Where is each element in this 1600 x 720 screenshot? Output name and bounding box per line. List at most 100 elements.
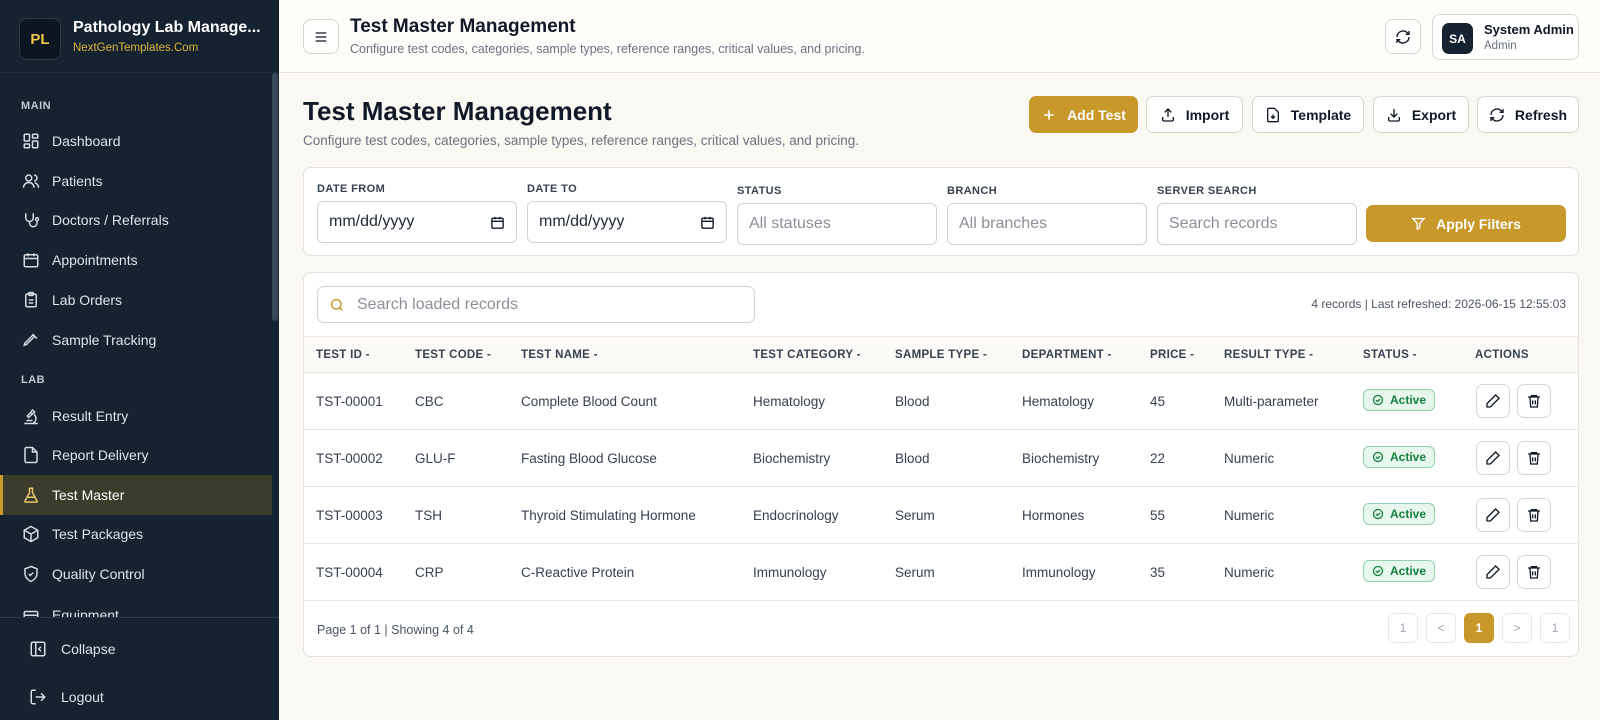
status-badge: Active xyxy=(1363,389,1436,411)
sidebar-item-test-packages[interactable]: Test Packages xyxy=(0,514,272,554)
search-loaded-input[interactable]: Search loaded records xyxy=(317,286,755,323)
pagination-last[interactable]: 1 xyxy=(1540,613,1570,643)
date-to-value: mm/dd/yyyy xyxy=(539,213,625,230)
sidebar-item-label: Result Entry xyxy=(52,408,129,424)
export-button[interactable]: Export xyxy=(1373,96,1469,133)
column-header-test-category[interactable]: TEST CATEGORY - xyxy=(753,349,861,361)
user-name: System Admin xyxy=(1484,22,1574,37)
edit-button[interactable] xyxy=(1476,555,1510,589)
apply-filters-button[interactable]: Apply Filters xyxy=(1366,205,1566,242)
branch-select[interactable]: All branches xyxy=(947,203,1147,245)
delete-button[interactable] xyxy=(1517,384,1551,418)
collapse-button[interactable]: Collapse xyxy=(0,631,279,667)
date-from-input[interactable]: mm/dd/yyyy xyxy=(317,201,517,243)
nav-section-lab: LAB xyxy=(21,374,46,386)
sidebar-item-lab-orders[interactable]: Lab Orders xyxy=(0,280,272,320)
cell-price: 35 xyxy=(1150,565,1166,580)
hamburger-icon xyxy=(315,31,327,42)
cell-test-category: Biochemistry xyxy=(753,451,831,466)
server-search-input[interactable]: Search records xyxy=(1157,203,1357,245)
pagination-current-page[interactable]: 1 xyxy=(1464,613,1494,643)
clipboard-icon xyxy=(25,291,37,308)
column-header-sample-type[interactable]: SAMPLE TYPE - xyxy=(895,349,987,361)
sidebar-scrollbar[interactable] xyxy=(272,73,278,321)
column-header-test-code[interactable]: TEST CODE - xyxy=(415,349,491,361)
status-select[interactable]: All statuses xyxy=(737,203,937,245)
column-label: RESULT TYPE xyxy=(1224,349,1306,361)
sidebar-item-patients[interactable]: Patients xyxy=(0,161,272,201)
dashboard-icon xyxy=(23,133,39,149)
trash-icon xyxy=(1528,566,1540,579)
flask-icon xyxy=(24,487,38,503)
status-label: Active xyxy=(1390,564,1427,578)
column-header-result-type[interactable]: RESULT TYPE - xyxy=(1224,349,1313,361)
delete-button[interactable] xyxy=(1517,441,1551,475)
add-test-button[interactable]: Add Test xyxy=(1029,96,1138,133)
brand[interactable]: PL Pathology Lab Manage... NextGenTempla… xyxy=(0,0,279,73)
cell-test-id: TST-00002 xyxy=(316,451,383,466)
topbar-subtitle: Configure test codes, categories, sample… xyxy=(350,42,865,56)
sidebar-item-label: Doctors / Referrals xyxy=(52,212,169,228)
sidebar-item-label: Sample Tracking xyxy=(52,332,157,348)
brand-logo: PL xyxy=(19,18,61,60)
sidebar-item-equipment[interactable]: Equipment xyxy=(0,593,272,617)
table-row[interactable]: TST-00004 CRP C-Reactive Protein Immunol… xyxy=(304,544,1578,601)
sidebar-item-result-entry[interactable]: Result Entry xyxy=(0,396,272,436)
collapse-label: Collapse xyxy=(61,641,116,657)
cell-test-category: Immunology xyxy=(753,565,827,580)
import-button[interactable]: Import xyxy=(1146,96,1243,133)
calendar-icon xyxy=(23,253,39,268)
sidebar-item-label: Appointments xyxy=(52,252,138,268)
sidebar-item-appointments[interactable]: Appointments xyxy=(0,240,272,280)
sidebar-item-test-master[interactable]: Test Master xyxy=(0,475,272,515)
column-header-department[interactable]: DEPARTMENT - xyxy=(1022,349,1112,361)
check-circle-icon xyxy=(1372,565,1384,577)
user-menu[interactable]: SA System Admin Admin xyxy=(1432,14,1579,60)
date-to-input[interactable]: mm/dd/yyyy xyxy=(527,201,727,243)
sidebar: PL Pathology Lab Manage... NextGenTempla… xyxy=(0,0,279,720)
sidebar-item-doctors[interactable]: Doctors / Referrals xyxy=(0,200,272,240)
refresh-button[interactable]: Refresh xyxy=(1477,96,1579,133)
pipette-icon xyxy=(23,333,38,347)
delete-button[interactable] xyxy=(1517,555,1551,589)
table-footer-info: Page 1 of 1 | Showing 4 of 4 xyxy=(317,623,474,637)
edit-button[interactable] xyxy=(1476,498,1510,532)
logout-icon xyxy=(30,689,46,705)
calendar-icon xyxy=(491,216,504,229)
delete-button[interactable] xyxy=(1517,498,1551,532)
table-row[interactable]: TST-00003 TSH Thyroid Stimulating Hormon… xyxy=(304,487,1578,544)
cell-test-category: Hematology xyxy=(753,394,826,409)
shield-icon xyxy=(24,565,38,583)
sidebar-item-sample-tracking[interactable]: Sample Tracking xyxy=(0,320,272,360)
edit-button[interactable] xyxy=(1476,384,1510,418)
pagination-prev[interactable]: < xyxy=(1426,613,1456,643)
status-badge: Active xyxy=(1363,503,1436,525)
menu-toggle-button[interactable] xyxy=(303,19,339,54)
column-header-test-name[interactable]: TEST NAME - xyxy=(521,349,598,361)
refresh-icon xyxy=(1490,107,1504,122)
cell-department: Immunology xyxy=(1022,565,1096,580)
column-header-status[interactable]: STATUS - xyxy=(1363,349,1417,361)
topbar-refresh-button[interactable] xyxy=(1385,19,1421,54)
trash-icon xyxy=(1528,452,1540,465)
column-header-price[interactable]: PRICE - xyxy=(1150,349,1194,361)
cell-result-type: Numeric xyxy=(1224,508,1275,523)
cell-test-id: TST-00004 xyxy=(316,565,383,580)
sidebar-item-dashboard[interactable]: Dashboard xyxy=(0,121,272,161)
table-row[interactable]: TST-00001 CBC Complete Blood Count Hemat… xyxy=(304,373,1578,430)
sidebar-item-quality-control[interactable]: Quality Control xyxy=(0,554,272,594)
sidebar-item-report-delivery[interactable]: Report Delivery xyxy=(0,435,272,475)
logout-button[interactable]: Logout xyxy=(0,679,279,715)
avatar: SA xyxy=(1442,23,1473,54)
sidebar-item-label: Report Delivery xyxy=(52,447,149,463)
pagination-first[interactable]: 1 xyxy=(1388,613,1418,643)
template-button[interactable]: Template xyxy=(1252,96,1364,133)
edit-button[interactable] xyxy=(1476,441,1510,475)
table-row[interactable]: TST-00002 GLU-F Fasting Blood Glucose Bi… xyxy=(304,430,1578,487)
microscope-icon xyxy=(24,408,38,425)
pencil-icon xyxy=(1486,451,1500,465)
brand-title: Pathology Lab Manage... xyxy=(73,19,261,36)
column-header-test-id[interactable]: TEST ID - xyxy=(316,349,370,361)
filter-panel: DATE FROM mm/dd/yyyy DATE TO mm/dd/yyyy … xyxy=(303,167,1579,256)
pagination-next[interactable]: > xyxy=(1502,613,1532,643)
